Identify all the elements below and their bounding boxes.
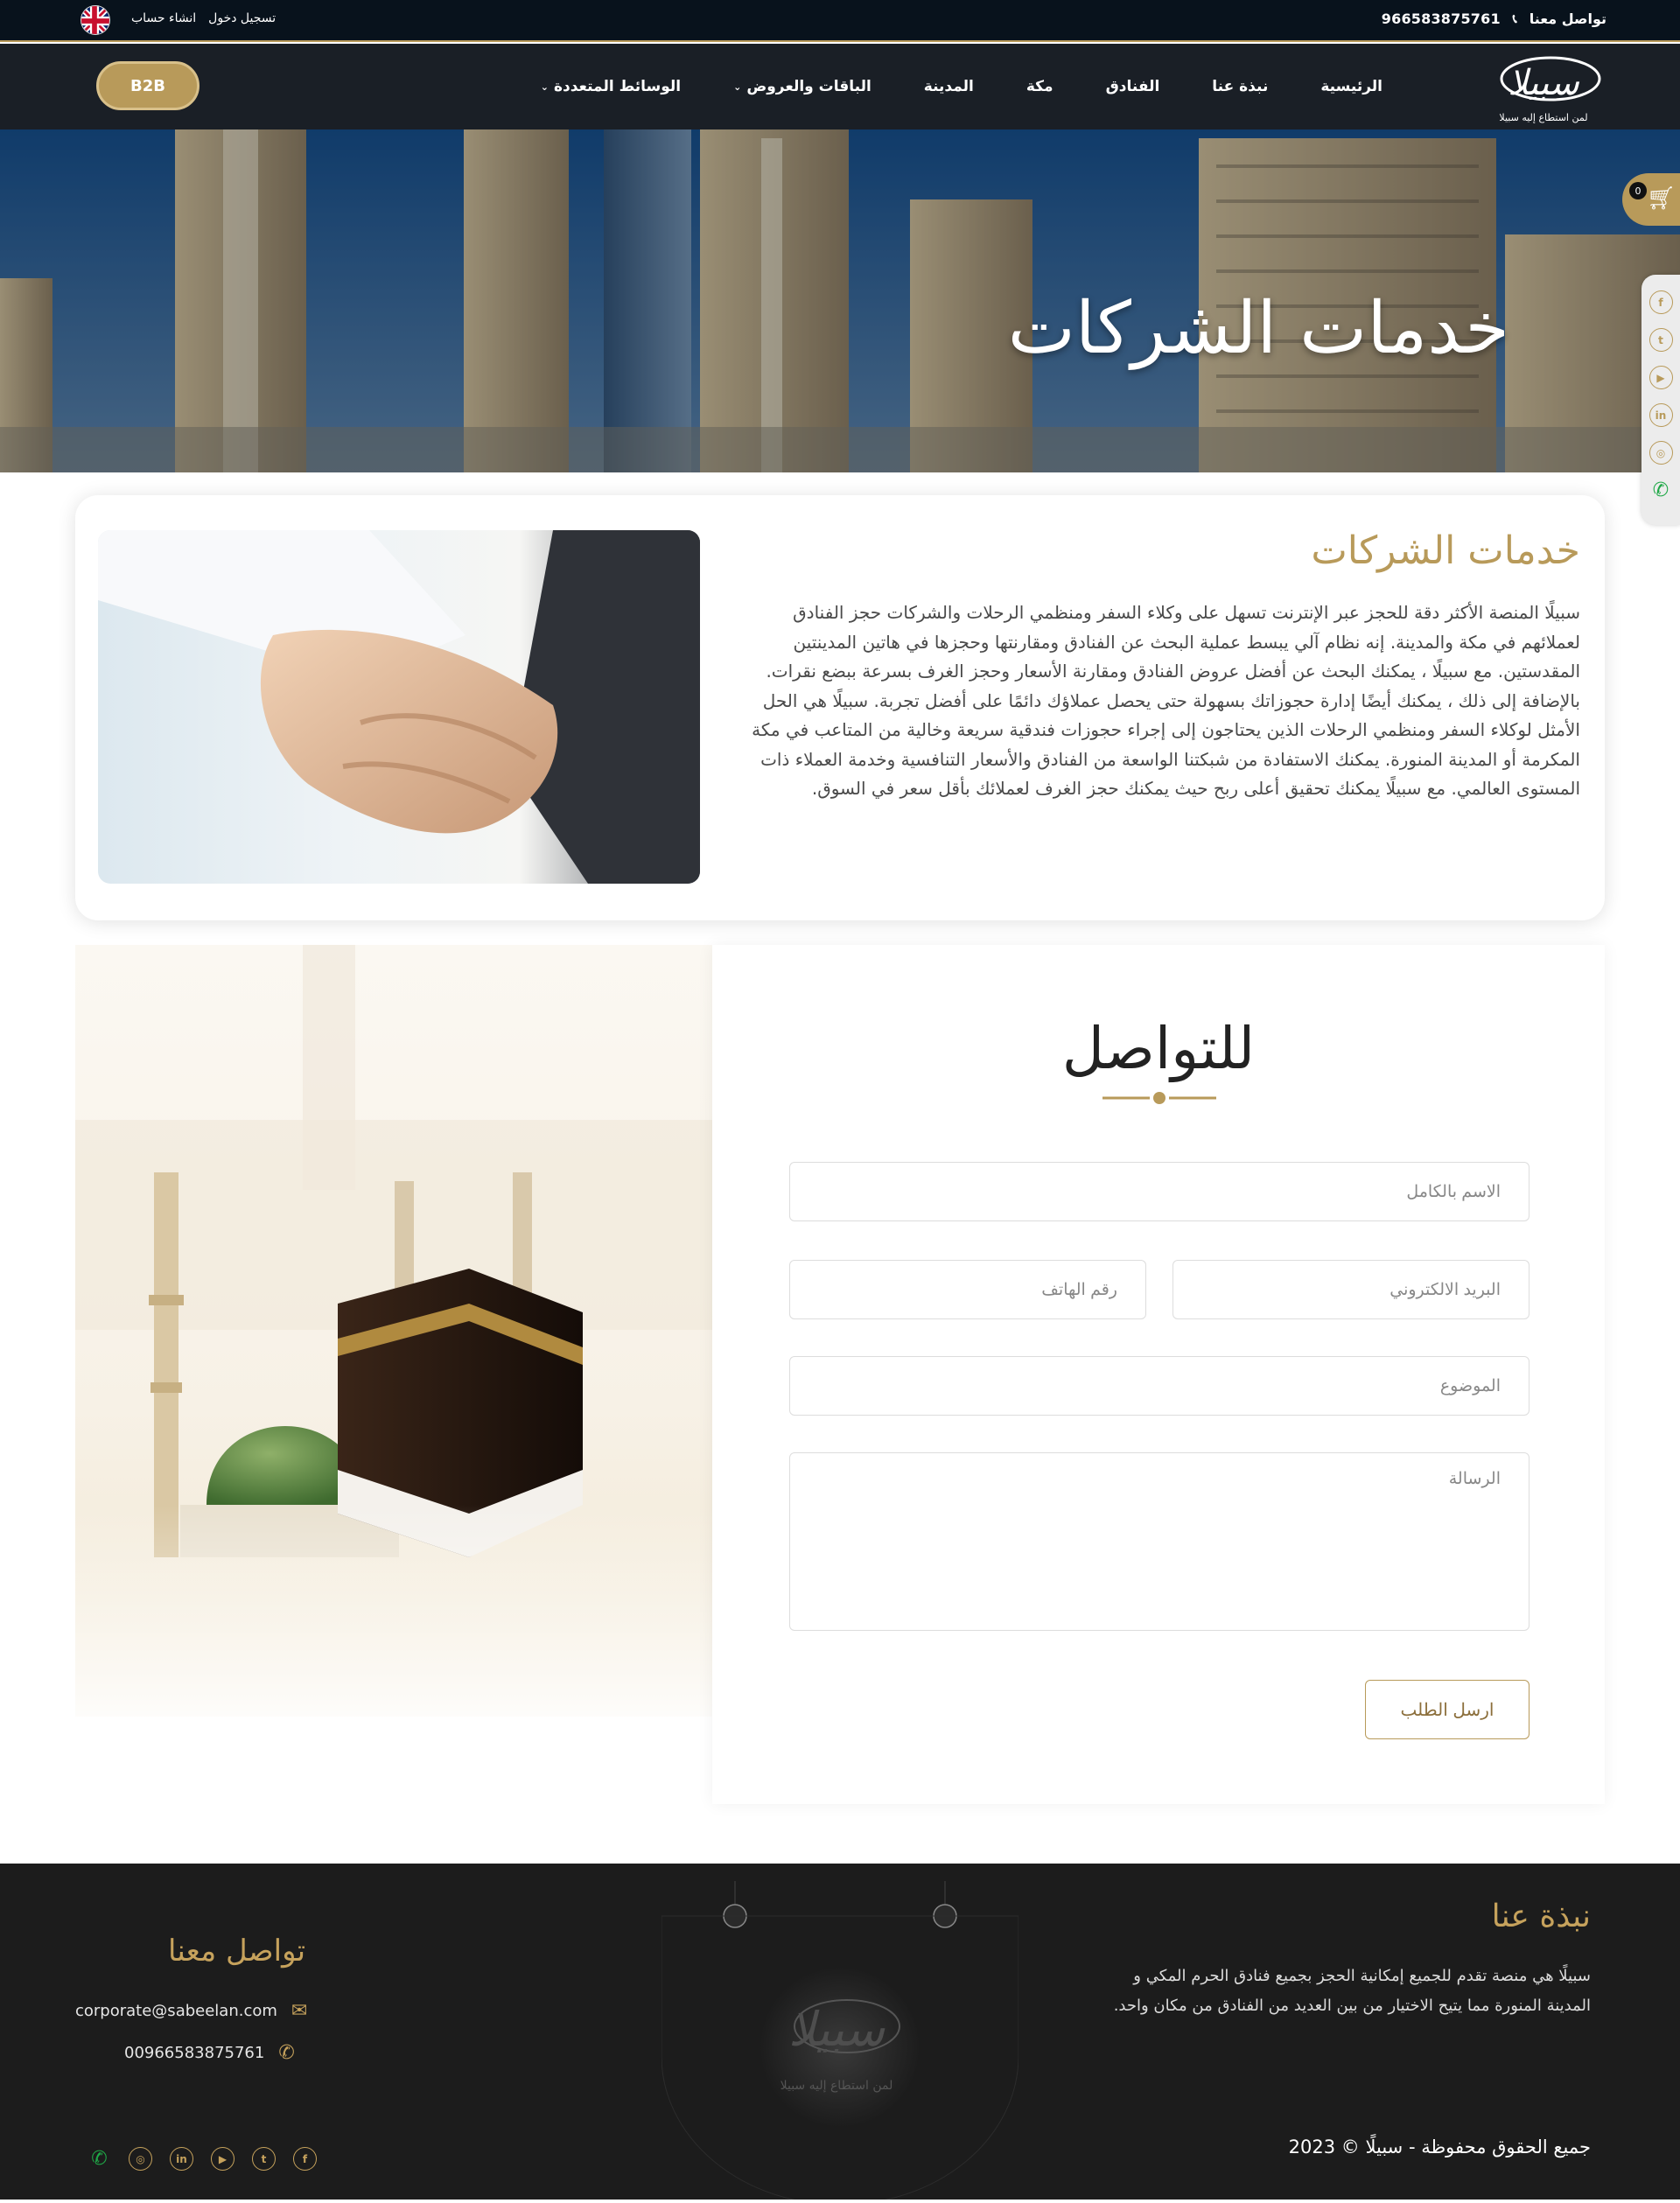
chevron-down-icon: ⌄ bbox=[540, 80, 549, 93]
nav-item-makkah[interactable]: مكة bbox=[1000, 78, 1080, 95]
footer-phone-text[interactable]: 00966583875761 bbox=[124, 2044, 264, 2062]
phone-icon: ✆ bbox=[278, 2042, 295, 2064]
logo-wordmark: سبيلا bbox=[1508, 63, 1579, 103]
youtube-icon[interactable]: ▶ bbox=[1648, 366, 1673, 389]
corporate-services-card: خدمات الشركات سبيلًا المنصة الأكثر دقة ل… bbox=[75, 495, 1605, 920]
hero-banner: خدمات الشركات bbox=[0, 129, 1680, 472]
subject-field[interactable]: الموضوع bbox=[789, 1356, 1530, 1416]
nav-item-home[interactable]: الرئيسية bbox=[1294, 78, 1409, 95]
makkah-madinah-image bbox=[75, 945, 712, 1717]
linkedin-icon[interactable]: in bbox=[1648, 403, 1673, 427]
twitter-icon[interactable]: t bbox=[252, 2147, 276, 2171]
side-social-bar: f t ▶ in ◎ ✆ bbox=[1642, 275, 1680, 525]
mail-icon: ✉ bbox=[290, 2000, 308, 2022]
logo-tagline: لمن استطاع إليه سبيلا bbox=[1499, 112, 1587, 123]
handshake-image bbox=[98, 530, 700, 884]
instagram-icon[interactable]: ◎ bbox=[129, 2147, 152, 2171]
contact-form-title: للتواصل bbox=[1061, 1015, 1256, 1082]
youtube-icon[interactable]: ▶ bbox=[211, 2147, 234, 2171]
nav-item-packages[interactable]: الباقات والعروض ⌄ bbox=[707, 78, 898, 95]
message-textarea[interactable]: الرسالة bbox=[789, 1452, 1530, 1631]
email-field[interactable]: البريد الالكتروني bbox=[1172, 1260, 1530, 1319]
uk-flag-icon[interactable] bbox=[80, 5, 110, 35]
footer-about-title: نبذة عنا bbox=[1491, 1899, 1591, 1934]
footer-logo-wordmark: سبيلا bbox=[788, 2002, 886, 2057]
services-title: خدمات الشركات bbox=[1311, 528, 1580, 573]
cart-icon: 🛒︎ bbox=[1647, 185, 1676, 212]
phone-icon: 📞︎ bbox=[1512, 11, 1517, 26]
twitter-icon[interactable]: t bbox=[1648, 328, 1673, 352]
footer-email[interactable]: corporate@sabeelan.com ✉ bbox=[75, 2000, 307, 2022]
linkedin-icon[interactable]: in bbox=[170, 2147, 193, 2171]
footer-about-text: سبيلًا هي منصة تقدم للجميع إمكانية الحجز… bbox=[1113, 1967, 1591, 2015]
site-footer: نبذة عنا سبيلًا هي منصة تقدم للجميع إمكا… bbox=[0, 1864, 1680, 2203]
facebook-icon[interactable]: f bbox=[293, 2147, 317, 2171]
nav-item-media[interactable]: الوسائط المتعددة ⌄ bbox=[514, 78, 707, 95]
cart-button[interactable]: 0 🛒︎ bbox=[1622, 173, 1680, 226]
copyright: جميع الحقوق محفوظة - سبيلًا © 2023 bbox=[1288, 2137, 1591, 2158]
site-logo[interactable]: سبيلا لمن استطاع إليه سبيلا bbox=[1482, 49, 1605, 128]
top-phone-number[interactable]: 966583875761 bbox=[1382, 10, 1501, 27]
b2b-button[interactable]: B2B bbox=[96, 61, 200, 110]
whatsapp-icon[interactable]: ✆ bbox=[1649, 479, 1673, 502]
login-link[interactable]: تسجيل دخول bbox=[208, 11, 276, 25]
auth-links: تسجيل دخول انشاء حساب bbox=[131, 11, 276, 25]
nav-item-hotels[interactable]: الفنادق bbox=[1080, 78, 1186, 95]
title-divider bbox=[1102, 1092, 1216, 1104]
instagram-icon[interactable]: ◎ bbox=[1648, 441, 1673, 465]
footer-contact-title: تواصل معنا bbox=[168, 1934, 306, 1969]
whatsapp-icon[interactable]: ✆ bbox=[88, 2147, 111, 2171]
phone-field[interactable]: رقم الهاتف bbox=[789, 1260, 1146, 1319]
top-contact[interactable]: تواصل معنا 📞︎ 966583875761 bbox=[1382, 10, 1606, 27]
top-contact-label: تواصل معنا bbox=[1529, 10, 1606, 27]
hero-title: خدمات الشركات bbox=[1007, 287, 1509, 370]
footer-email-text[interactable]: corporate@sabeelan.com bbox=[75, 2002, 277, 2020]
footer-logo-tagline: لمن استطاع إليه سبيلا bbox=[780, 2079, 893, 2093]
top-bar: تواصل معنا 📞︎ 966583875761 تسجيل دخول ان… bbox=[0, 0, 1680, 42]
register-link[interactable]: انشاء حساب bbox=[131, 11, 196, 25]
chevron-down-icon: ⌄ bbox=[733, 80, 742, 93]
facebook-icon[interactable]: f bbox=[1648, 290, 1673, 314]
nav-item-madinah[interactable]: المدينة bbox=[898, 78, 1000, 95]
cart-count-badge: 0 bbox=[1629, 182, 1647, 199]
submit-button[interactable]: ارسل الطلب bbox=[1365, 1680, 1530, 1739]
footer-socials: ✆ ◎ in ▶ t f bbox=[88, 2147, 317, 2171]
services-description: سبيلًا المنصة الأكثر دقة للحجز عبر الإنت… bbox=[752, 602, 1580, 799]
nav-item-about[interactable]: نبذة عنا bbox=[1186, 78, 1294, 95]
nav-menu: الرئيسية نبذة عنا الفنادق مكة المدينة ال… bbox=[514, 44, 1409, 129]
contact-form-panel: للتواصل الاسم بالكامل البريد الالكتروني … bbox=[712, 945, 1605, 1804]
footer-phone[interactable]: 00966583875761 ✆ bbox=[124, 2042, 295, 2064]
full-name-field[interactable]: الاسم بالكامل bbox=[789, 1162, 1530, 1221]
footer-logo: سبيلا لمن استطاع إليه سبيلا bbox=[661, 1881, 1019, 2203]
main-nav: سبيلا لمن استطاع إليه سبيلا الرئيسية نبذ… bbox=[0, 44, 1680, 129]
